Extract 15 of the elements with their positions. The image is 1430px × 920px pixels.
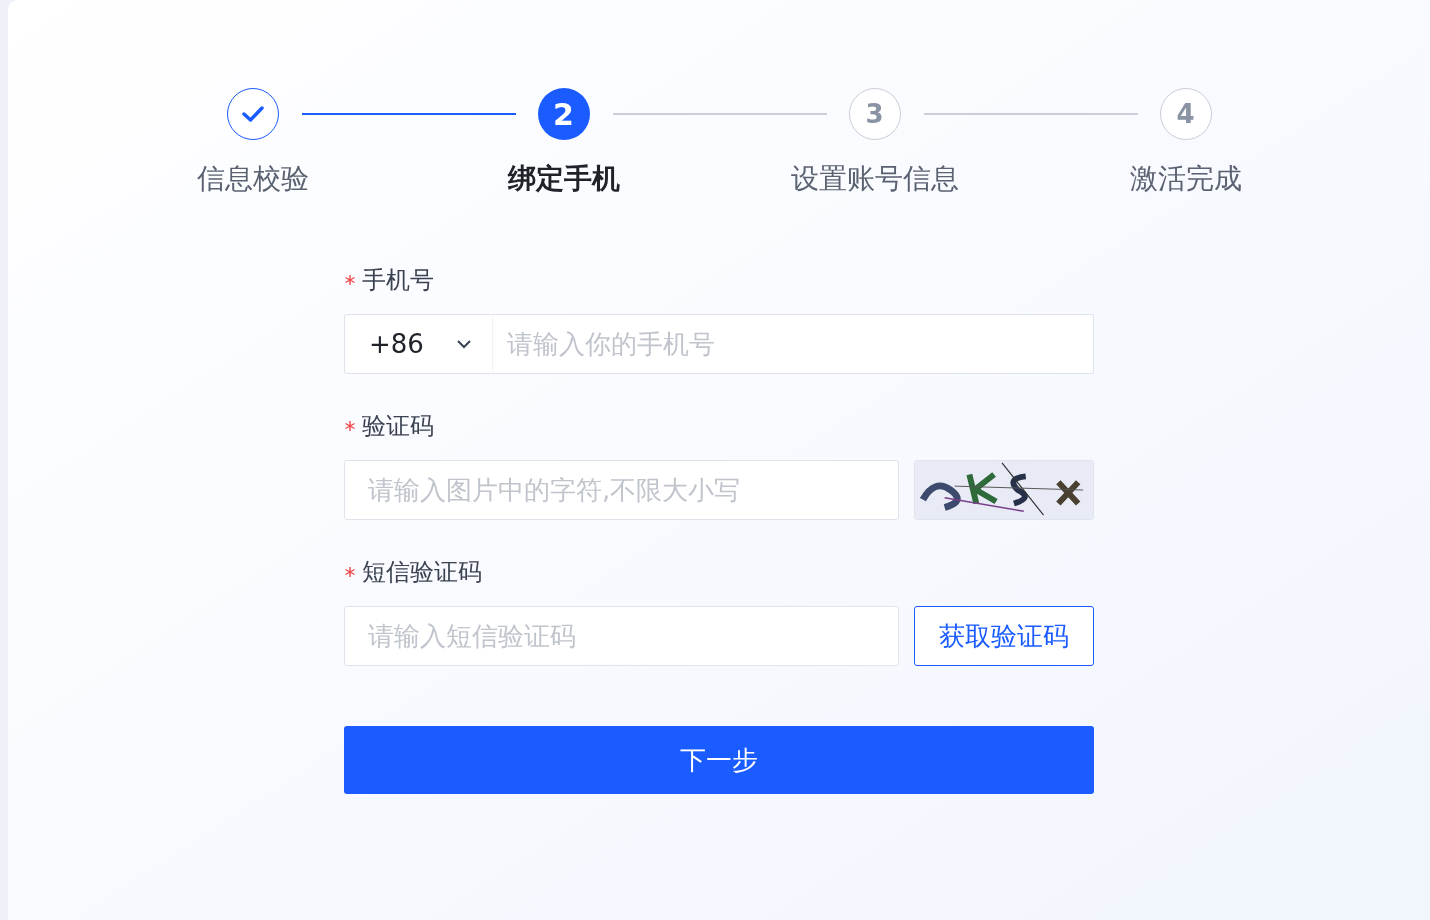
check-icon (240, 105, 265, 123)
chevron-down-icon (456, 339, 472, 349)
next-step-button[interactable]: 下一步 (344, 726, 1094, 794)
field-label: 验证码 (362, 411, 434, 442)
step-label: 绑定手机 (507, 161, 620, 197)
step-label: 信息校验 (196, 161, 309, 197)
sms-code-input[interactable]: 请输入短信验证码 (344, 606, 899, 666)
captcha-input[interactable]: 请输入图片中的字符,不限大小写 (344, 460, 899, 520)
field-label: 手机号 (362, 265, 434, 296)
step-label: 激活完成 (1129, 161, 1242, 197)
get-code-button[interactable]: 获取验证码 (914, 606, 1094, 666)
field-label: 短信验证码 (362, 557, 482, 588)
step-label: 设置账号信息 (790, 161, 959, 197)
phone-input[interactable]: 请输入你的手机号 (492, 314, 1094, 374)
country-code-select[interactable]: +86 (344, 314, 492, 374)
